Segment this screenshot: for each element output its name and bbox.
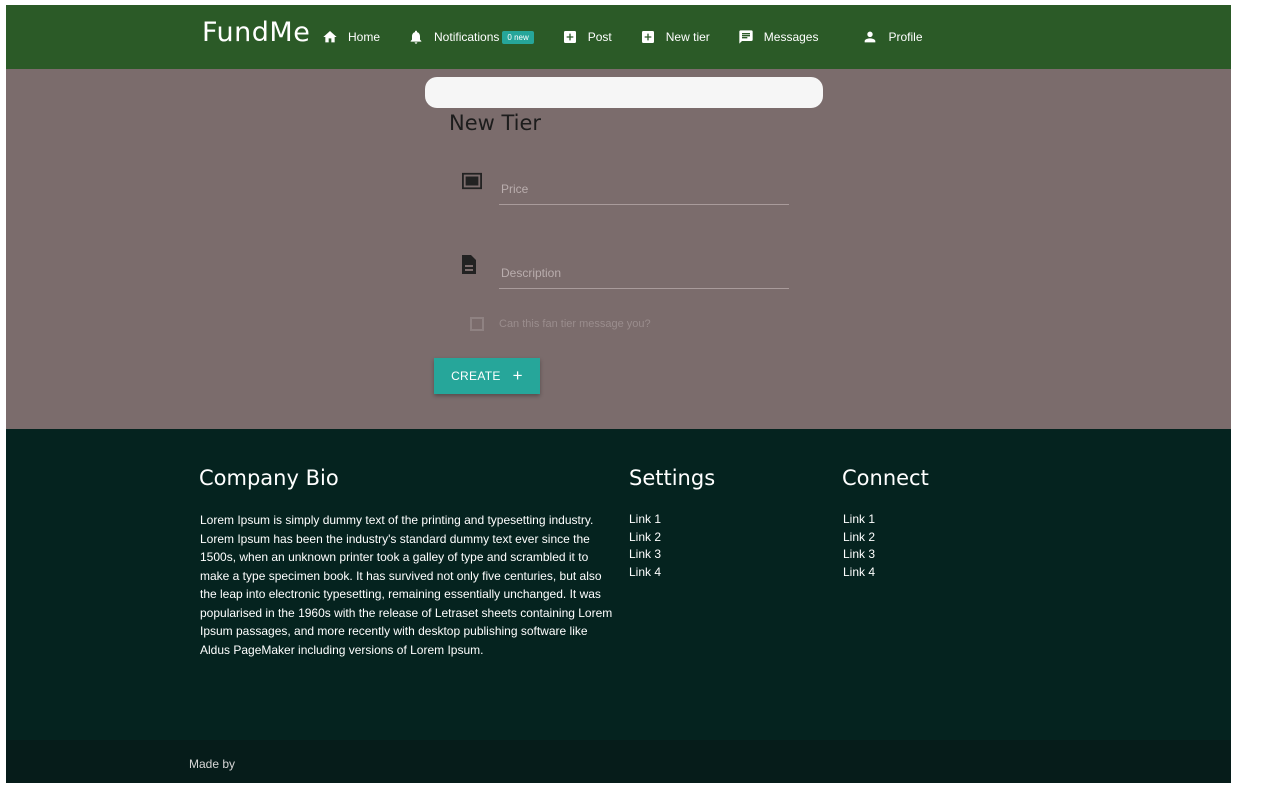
message-permission-checkbox[interactable]: Can this fan tier message you? xyxy=(470,317,651,331)
connect-links: Link 1 Link 2 Link 3 Link 4 xyxy=(843,511,875,581)
footer-link[interactable]: Link 4 xyxy=(843,564,875,582)
footer-link[interactable]: Link 2 xyxy=(843,529,875,547)
settings-heading: Settings xyxy=(629,466,716,490)
nav-item-label: Messages xyxy=(763,30,819,44)
page-footer xyxy=(6,429,1231,740)
nav-item-messages[interactable]: Messages xyxy=(738,5,819,69)
create-button-label: CREATE xyxy=(451,369,501,383)
price-field[interactable] xyxy=(499,173,789,205)
footer-link[interactable]: Link 2 xyxy=(629,529,661,547)
description-icon xyxy=(462,255,476,279)
footer-link[interactable]: Link 1 xyxy=(629,511,661,529)
nav-item-label: Post xyxy=(587,30,612,44)
nav-item-label: New tier xyxy=(665,30,710,44)
nav-item-profile[interactable]: Profile xyxy=(862,5,923,69)
home-icon xyxy=(323,31,337,43)
bell-icon xyxy=(410,30,422,44)
create-button[interactable]: CREATE + xyxy=(434,358,540,394)
page-title: New Tier xyxy=(449,111,542,135)
brand-logo[interactable]: FundMe xyxy=(202,17,310,48)
nav-item-label: Notifications xyxy=(434,30,500,44)
search-input[interactable] xyxy=(425,77,823,108)
settings-links: Link 1 Link 2 Link 3 Link 4 xyxy=(629,511,661,581)
nav-item-notifications[interactable]: Notifications 0 new xyxy=(408,5,534,69)
checkbox-label: Can this fan tier message you? xyxy=(499,318,651,330)
money-icon xyxy=(462,172,482,190)
person-icon xyxy=(865,31,876,43)
price-icon xyxy=(461,171,483,196)
add-box-icon xyxy=(563,31,576,43)
app-window: FundMe Home Notifications 0 new Post New… xyxy=(6,5,1231,783)
message-icon xyxy=(739,30,753,44)
top-navbar: FundMe Home Notifications 0 new Post New… xyxy=(6,5,1231,69)
footer-link[interactable]: Link 3 xyxy=(629,546,661,564)
nav-item-label: Home xyxy=(348,30,381,44)
checkbox[interactable] xyxy=(470,317,484,331)
company-bio-text: Lorem Ipsum is simply dummy text of the … xyxy=(200,513,613,657)
nav-item-label: Profile xyxy=(888,30,923,44)
description-field[interactable] xyxy=(499,257,789,289)
footer-link[interactable]: Link 3 xyxy=(843,546,875,564)
nav-menu: Home Notifications 0 new Post New tier M… xyxy=(322,5,923,69)
footer-link[interactable]: Link 4 xyxy=(629,564,661,582)
notification-badge: 0 new xyxy=(502,30,534,44)
nav-item-post[interactable]: Post xyxy=(562,5,612,69)
nav-item-new-tier[interactable]: New tier xyxy=(640,5,710,69)
document-icon xyxy=(462,255,476,274)
nav-item-home[interactable]: Home xyxy=(322,5,380,69)
made-by-text: Made by xyxy=(189,757,236,771)
connect-heading: Connect xyxy=(842,466,929,490)
footer-link[interactable]: Link 1 xyxy=(843,511,875,529)
company-bio-heading: Company Bio xyxy=(199,466,339,490)
add-box-icon xyxy=(641,31,654,43)
plus-icon: + xyxy=(512,366,523,385)
